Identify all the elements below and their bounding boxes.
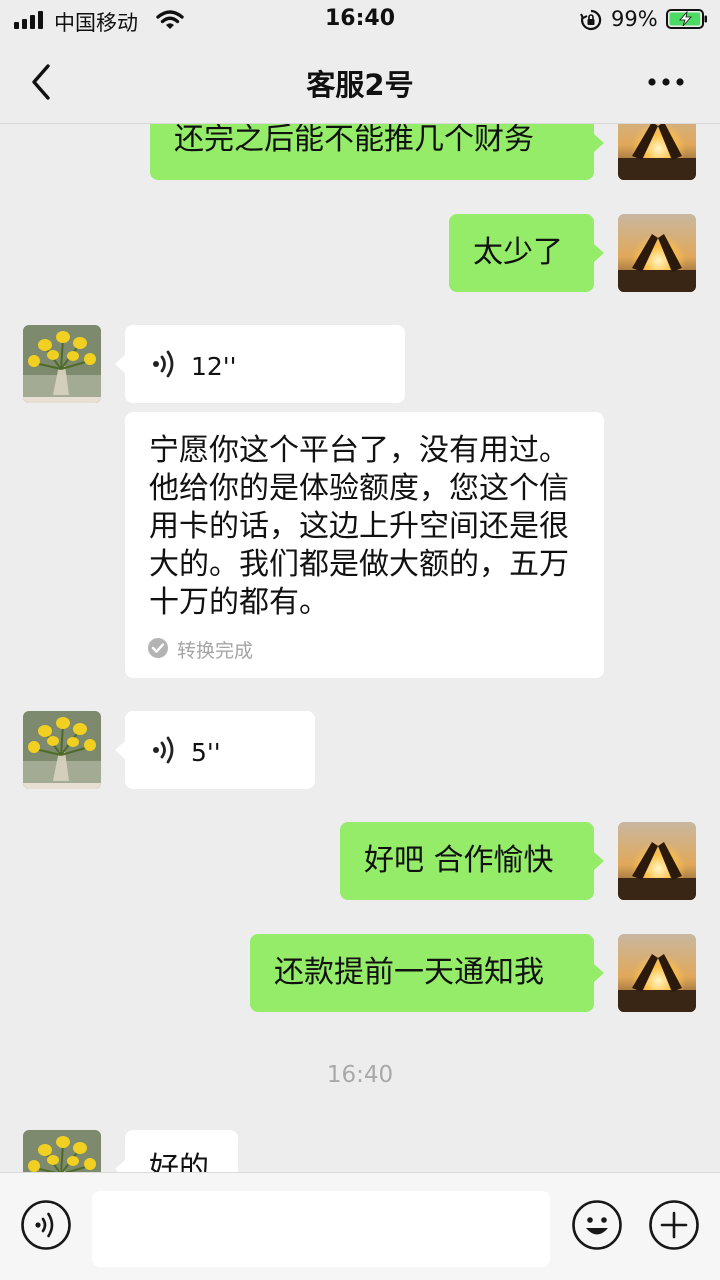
bubble-tail (594, 852, 604, 870)
bubble-tail (594, 134, 604, 152)
message-text: 好的 (149, 1151, 209, 1172)
bubble-tail (594, 964, 604, 982)
transcript-status: 转换完成 (177, 640, 254, 662)
message-bubble[interactable]: 好的 (125, 1130, 238, 1172)
plus-icon[interactable] (648, 1199, 700, 1251)
my-avatar[interactable] (618, 214, 696, 292)
voice-playback-icon (153, 350, 174, 378)
message-list[interactable]: 还完之后能不能推几个财务 太少了 12'' 宁愿你这个平台了，没有用过。他给你的… (0, 124, 720, 1172)
battery-charging-icon (666, 9, 707, 29)
emoji-icon[interactable] (571, 1199, 623, 1251)
message-bubble[interactable]: 好吧 合作愉快 (340, 822, 594, 900)
voice-playback-icon (153, 736, 174, 764)
message-bubble[interactable]: 还完之后能不能推几个财务 (150, 124, 594, 180)
transcript-text: 宁愿你这个平台了，没有用过。他给你的是体验额度，您这个信用卡的话，这边上升空间还… (149, 433, 569, 620)
message-text: 还款提前一天通知我 (274, 955, 544, 990)
message-bubble[interactable]: 还款提前一天通知我 (250, 934, 594, 1012)
agent-avatar[interactable] (23, 711, 101, 789)
agent-avatar[interactable] (23, 325, 101, 403)
bubble-tail (115, 1160, 125, 1172)
my-avatar[interactable] (618, 934, 696, 1012)
chat-title: 客服2号 (306, 68, 414, 102)
message-bubble[interactable]: 太少了 (449, 214, 594, 292)
my-avatar[interactable] (618, 822, 696, 900)
status-bar: 中国移动 16:40 99% (0, 0, 720, 40)
message-timestamp: 16:40 (326, 1062, 394, 1088)
voice-message-bubble[interactable]: 5'' (125, 711, 315, 789)
rotation-lock-icon (580, 9, 602, 31)
check-circle-icon (148, 638, 168, 658)
input-bar (0, 1172, 720, 1280)
bubble-tail (115, 741, 125, 759)
battery-percent: 99% (611, 7, 658, 31)
voice-duration: 12'' (191, 352, 237, 381)
message-text: 还完之后能不能推几个财务 (174, 124, 534, 157)
bubble-tail (594, 244, 604, 262)
my-avatar[interactable] (618, 124, 696, 180)
more-dots-icon[interactable] (640, 64, 694, 100)
message-text: 好吧 合作愉快 (364, 843, 554, 878)
agent-avatar[interactable] (23, 1130, 101, 1172)
message-text: 太少了 (473, 235, 563, 270)
message-input[interactable] (92, 1191, 550, 1267)
voice-message-bubble[interactable]: 12'' (125, 325, 405, 403)
chat-header: 客服2号 (0, 40, 720, 124)
bubble-tail (115, 355, 125, 373)
voice-input-icon[interactable] (20, 1199, 72, 1251)
voice-duration: 5'' (191, 738, 221, 767)
voice-transcript[interactable]: 宁愿你这个平台了，没有用过。他给你的是体验额度，您这个信用卡的话，这边上升空间还… (125, 412, 604, 678)
